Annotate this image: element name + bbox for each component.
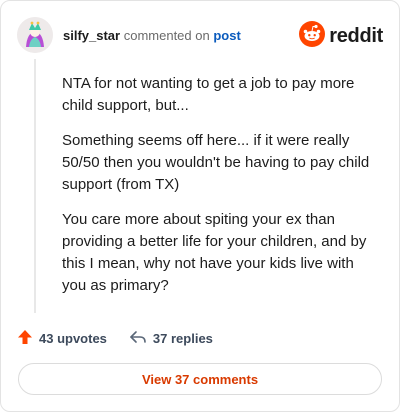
comment-card: silfy_star commented on post reddit NTA … xyxy=(0,0,400,412)
reply-count: 37 replies xyxy=(152,331,213,346)
reply-arrow-icon xyxy=(129,329,147,348)
reddit-wordmark: reddit xyxy=(329,25,383,47)
byline: silfy_star commented on post xyxy=(63,28,241,43)
reddit-logo-icon xyxy=(299,21,326,52)
comment-body: NTA for not wanting to get a job to pay … xyxy=(62,73,382,310)
view-comments-button[interactable]: View 37 comments xyxy=(18,363,382,395)
upvote-count: 43 upvotes xyxy=(39,331,107,346)
upvote-arrow-icon xyxy=(17,329,33,348)
thread-line[interactable] xyxy=(34,59,36,313)
avatar[interactable] xyxy=(17,17,53,53)
comment-paragraph: You care more about spiting your ex than… xyxy=(62,211,367,294)
replies-button[interactable]: 37 replies xyxy=(129,329,213,348)
action-text: commented on xyxy=(123,27,210,43)
upvote-button[interactable]: 43 upvotes xyxy=(17,329,107,348)
comment-paragraph: NTA for not wanting to get a job to pay … xyxy=(62,75,355,114)
comment-actions: 43 upvotes 37 replies xyxy=(17,329,213,348)
comment-paragraph: Something seems off here... if it were r… xyxy=(62,132,370,193)
comment-header: silfy_star commented on post reddit xyxy=(17,15,383,55)
username-link[interactable]: silfy_star xyxy=(63,28,120,43)
reddit-brand[interactable]: reddit xyxy=(299,21,383,52)
post-link[interactable]: post xyxy=(213,28,240,43)
